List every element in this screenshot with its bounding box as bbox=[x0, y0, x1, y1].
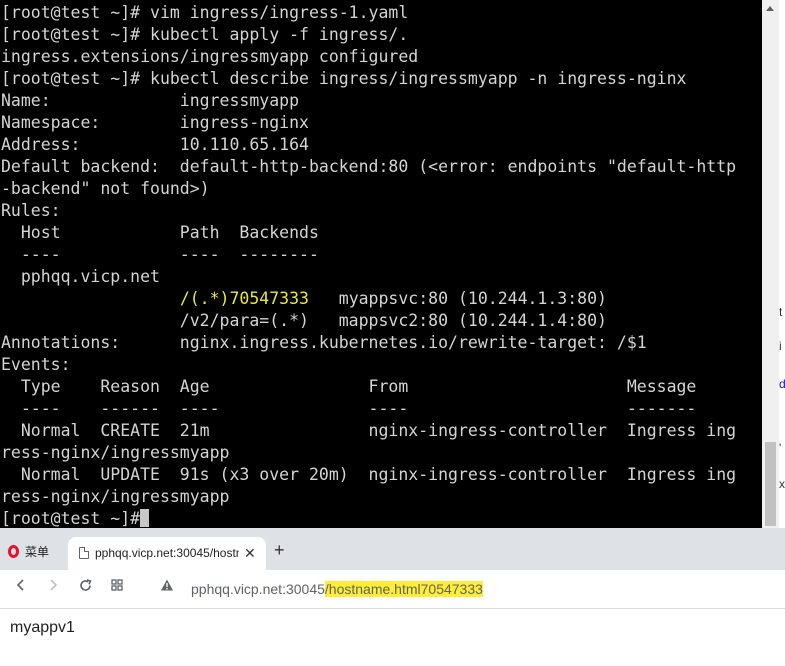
terminal-prompt: [root@test ~]# bbox=[1, 509, 141, 528]
terminal-output: [root@test ~]# vim ingress/ingress-1.yam… bbox=[1, 2, 736, 528]
terminal-indent bbox=[1, 289, 180, 308]
browser-window: 菜单 pphqq.vicp.net:30045/hostname.html705… bbox=[0, 528, 785, 666]
reload-icon[interactable] bbox=[78, 578, 93, 599]
tab-active[interactable]: pphqq.vicp.net:30045/hostname.html705473… bbox=[68, 537, 266, 570]
edge-fragment: ' bbox=[779, 441, 782, 455]
new-tab-button[interactable]: + bbox=[274, 540, 285, 560]
tab-title: pphqq.vicp.net:30045/hostname.html705473… bbox=[95, 546, 239, 560]
terminal-line: Rules: bbox=[1, 201, 61, 220]
terminal-line: pphqq.vicp.net bbox=[1, 267, 160, 286]
terminal-line: ress-nginx/ingressmyapp bbox=[1, 487, 230, 506]
edge-fragment: d bbox=[779, 377, 785, 391]
terminal-line: Events: bbox=[1, 355, 71, 374]
terminal-line: [root@test ~]# vim ingress/ingress-1.yam… bbox=[1, 3, 409, 22]
tab-strip: 菜单 pphqq.vicp.net:30045/hostname.html705… bbox=[0, 528, 785, 570]
grid-icon[interactable] bbox=[110, 578, 124, 598]
scrollbar-thumb[interactable] bbox=[765, 442, 776, 526]
address-bar[interactable]: pphqq.vicp.net:30045/hostname.html705473… bbox=[191, 579, 483, 599]
background-window-edge: t i d ' x bbox=[779, 0, 785, 528]
terminal-line: Host Path Backends bbox=[1, 223, 319, 242]
terminal-line: Type Reason Age From Message bbox=[1, 377, 697, 396]
highlighted-path: /(.*)70547333 bbox=[179, 289, 309, 308]
url-port: :30045 bbox=[282, 581, 325, 597]
terminal-cursor bbox=[140, 509, 150, 527]
page-favicon-icon bbox=[79, 547, 89, 559]
edge-fragment: i bbox=[779, 339, 782, 353]
terminal-line: ---- ---- -------- bbox=[1, 245, 319, 264]
opera-menu-button[interactable]: 菜单 bbox=[8, 542, 49, 560]
terminal-line: Annotations: nginx.ingress.kubernetes.io… bbox=[1, 333, 647, 352]
terminal-line: ---- ------ ---- ---- ------- bbox=[1, 399, 697, 418]
browser-toolbar: pphqq.vicp.net:30045/hostname.html705473… bbox=[0, 570, 785, 608]
terminal-line: Default backend: default-http-backend:80… bbox=[1, 157, 737, 176]
terminal-line: Normal CREATE 21m nginx-ingress-controll… bbox=[1, 421, 737, 440]
forward-icon[interactable] bbox=[46, 578, 60, 598]
terminal-line: ingress.extensions/ingressmyapp configur… bbox=[1, 47, 419, 66]
terminal-line: [root@test ~]# kubectl apply -f ingress/… bbox=[1, 25, 409, 44]
warning-icon[interactable] bbox=[160, 578, 174, 598]
terminal-line: Name: ingressmyapp bbox=[1, 91, 300, 110]
terminal-line: -backend" not found>) bbox=[1, 179, 210, 198]
back-icon[interactable] bbox=[14, 578, 28, 598]
terminal-window[interactable]: [root@test ~]# vim ingress/ingress-1.yam… bbox=[0, 0, 762, 528]
terminal-scrollbar[interactable] bbox=[762, 0, 779, 528]
page-body-text: myappv1 bbox=[10, 619, 75, 636]
scroll-up-arrow-icon[interactable] bbox=[766, 6, 774, 11]
url-host: pphqq.vicp.net bbox=[191, 581, 283, 597]
terminal-line: ress-nginx/ingressmyapp bbox=[1, 443, 230, 462]
toolbar-divider bbox=[0, 608, 785, 609]
terminal-line: [root@test ~]# kubectl describe ingress/… bbox=[1, 69, 687, 88]
opera-logo-icon bbox=[8, 544, 19, 558]
menu-label: 菜单 bbox=[25, 544, 50, 559]
terminal-line: /v2/para=(.*) mappsvc2:80 (10.244.1.4:80… bbox=[1, 311, 607, 330]
url-path-highlighted: /hostname.html70547333 bbox=[324, 581, 483, 597]
edge-fragment: t bbox=[779, 305, 783, 319]
backend-target: myappsvc:80 (10.244.1.3:80) bbox=[308, 289, 607, 308]
edge-fragment: x bbox=[779, 477, 785, 491]
terminal-line-highlighted: /(.*)70547333 myappsvc:80 (10.244.1.3:80… bbox=[1, 288, 736, 310]
terminal-line: Normal UPDATE 91s (x3 over 20m) nginx-in… bbox=[1, 465, 737, 484]
terminal-prompt-line[interactable]: [root@test ~]# bbox=[1, 508, 736, 528]
terminal-line: Namespace: ingress-nginx bbox=[1, 113, 309, 132]
terminal-line: Address: 10.110.65.164 bbox=[1, 135, 309, 154]
close-icon[interactable]: ✕ bbox=[244, 545, 256, 561]
